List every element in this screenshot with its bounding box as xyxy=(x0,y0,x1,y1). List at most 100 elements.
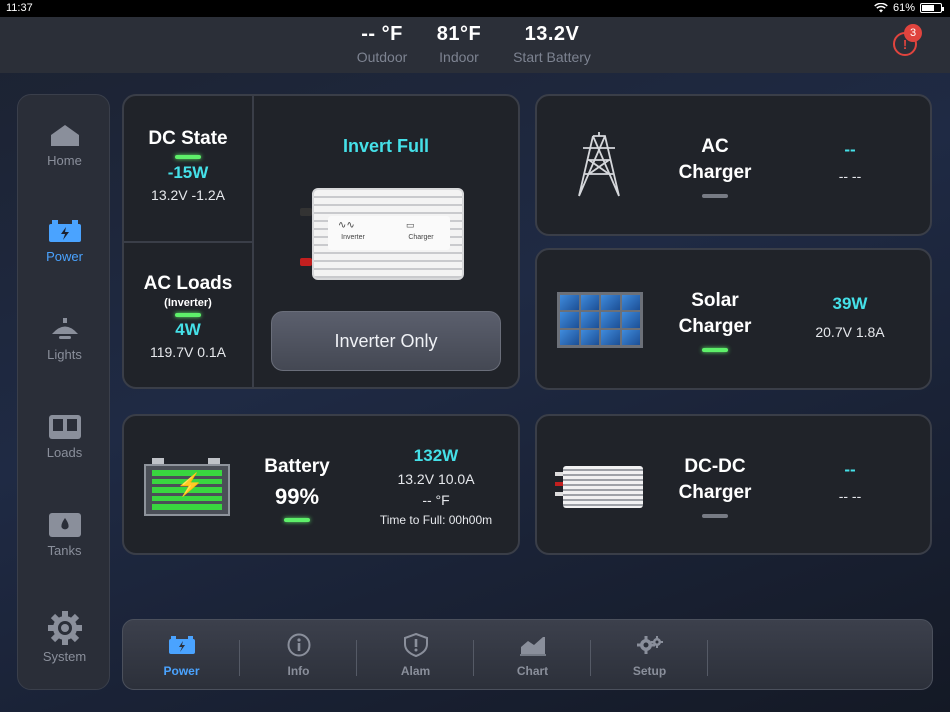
solar-charger-values: 39W 20.7V 1.8A xyxy=(795,294,905,340)
lightning-bolt-icon: ⚡ xyxy=(176,472,204,497)
solar-panel-icon xyxy=(557,292,643,348)
sidebar-item-system[interactable]: System xyxy=(18,611,111,664)
ac-charger-title-line1: AC xyxy=(701,136,729,157)
battery-icon xyxy=(123,632,240,658)
sidebar-item-label: System xyxy=(42,649,87,664)
gear-icon xyxy=(47,611,83,645)
sidebar-item-label: Loads xyxy=(46,445,83,460)
alert-count-badge: 3 xyxy=(904,24,922,42)
dc-state-indicator xyxy=(175,155,201,159)
dc-state-title: DC State xyxy=(148,128,228,149)
inverter-card: DC State -15W 13.2V -1.2A AC Loads (Inve… xyxy=(122,94,520,389)
dcdc-converter-image xyxy=(555,466,643,508)
sidebar: Home Power Lights Loads Tanks System xyxy=(17,94,110,690)
solar-charger-title-line1: Solar xyxy=(691,290,739,311)
battery-status-level xyxy=(922,5,934,11)
home-icon xyxy=(47,121,83,149)
tab-label: Alam xyxy=(400,664,431,678)
battery-status-icon xyxy=(920,3,944,13)
tab-power[interactable]: Power xyxy=(123,632,240,678)
dc-state-detail: 13.2V -1.2A xyxy=(151,187,225,203)
tab-divider xyxy=(707,640,708,676)
inverter-label: Inverter xyxy=(341,234,365,241)
battery-soc: 99% xyxy=(274,484,320,509)
info-icon xyxy=(240,632,357,658)
loads-icon xyxy=(47,413,83,441)
dcdc-charger-power: -- xyxy=(844,460,856,479)
shield-icon xyxy=(357,632,474,658)
battery-icon xyxy=(47,217,83,245)
battery-temp: -- °F xyxy=(422,492,450,508)
dcdc-terminal xyxy=(555,482,563,486)
power-tower-icon xyxy=(573,132,625,205)
wave-icon: ∿∿ xyxy=(338,220,355,231)
outdoor-temp-label: Outdoor xyxy=(356,49,408,65)
battery-indicator xyxy=(284,518,310,522)
inverter-mode-button[interactable]: Inverter Only xyxy=(271,311,501,371)
dcdc-charger-title-block: DC-DC Charger xyxy=(657,454,773,518)
tab-label: Info xyxy=(287,664,310,678)
battery-power: 132W xyxy=(413,446,459,465)
light-icon xyxy=(47,315,83,343)
dcdc-charger-indicator xyxy=(702,514,728,518)
indoor-temp-label: Indoor xyxy=(439,49,479,65)
dcdc-terminal xyxy=(555,472,563,476)
outdoor-temp-value: -- °F xyxy=(361,23,403,45)
dc-state-power: -15W xyxy=(167,163,209,182)
tab-label: Setup xyxy=(632,664,667,678)
wifi-icon xyxy=(874,3,888,13)
sidebar-item-lights[interactable]: Lights xyxy=(18,315,111,362)
tab-setup[interactable]: Setup xyxy=(591,632,708,678)
sidebar-item-label: Lights xyxy=(47,347,82,362)
sidebar-item-label: Power xyxy=(46,249,83,264)
tab-label: Chart xyxy=(516,664,549,678)
solar-charger-title-block: Solar Charger xyxy=(657,288,773,352)
ac-charger-card[interactable]: AC Charger -- -- -- xyxy=(535,94,932,236)
battery-image: ⚡ xyxy=(144,454,230,516)
sidebar-item-label: Tanks xyxy=(47,543,82,558)
battery-title: Battery xyxy=(264,456,330,477)
sidebar-item-home[interactable]: Home xyxy=(18,121,111,168)
sidebar-item-power[interactable]: Power xyxy=(18,217,111,264)
battery-card[interactable]: ⚡ Battery 99% 132W 13.2V 10.0A -- °F Tim… xyxy=(122,414,520,555)
solar-charger-power: 39W xyxy=(832,294,868,313)
ac-charger-power: -- xyxy=(844,140,856,159)
battery-title-block: Battery 99% xyxy=(252,456,342,522)
tab-alarm[interactable]: Alam xyxy=(357,632,474,678)
ac-loads-subtitle: (Inverter) xyxy=(164,297,212,309)
start-battery-value: 13.2V xyxy=(524,23,580,45)
tab-chart[interactable]: Chart xyxy=(474,632,591,678)
dcdc-charger-card[interactable]: DC-DC Charger -- -- -- xyxy=(535,414,932,555)
solar-charger-detail: 20.7V 1.8A xyxy=(815,324,885,340)
inverter-image: ∿∿ ▭ Inverter Charger xyxy=(300,188,464,284)
card-divider xyxy=(124,241,253,243)
solar-charger-card[interactable]: Solar Charger 39W 20.7V 1.8A xyxy=(535,248,932,390)
tab-info[interactable]: Info xyxy=(240,632,357,678)
ac-loads-title: AC Loads xyxy=(143,273,233,294)
sidebar-item-tanks[interactable]: Tanks xyxy=(18,511,111,558)
indoor-temp-value: 81°F xyxy=(436,23,482,45)
dcdc-charger-title-line1: DC-DC xyxy=(684,456,746,477)
status-bar: 11:37 61% xyxy=(0,0,950,17)
dcdc-terminal xyxy=(555,492,563,496)
dc-state-panel[interactable]: DC State -15W 13.2V -1.2A xyxy=(124,128,252,203)
ac-loads-panel[interactable]: AC Loads (Inverter) 4W 119.7V 0.1A xyxy=(124,273,252,360)
ac-loads-power: 4W xyxy=(175,320,201,339)
chart-icon xyxy=(474,632,591,658)
dcdc-body xyxy=(563,466,643,508)
ac-charger-detail: -- -- xyxy=(838,168,862,184)
dcdc-charger-detail: -- -- xyxy=(838,488,862,504)
solar-charger-title-line2: Charger xyxy=(678,316,752,337)
bottom-tab-bar: Power Info Alam Chart Setup xyxy=(122,619,933,690)
ac-charger-values: -- -- -- xyxy=(795,140,905,184)
clock: 11:37 xyxy=(6,2,33,14)
charger-battery-icon: ▭ xyxy=(406,220,415,230)
tank-icon xyxy=(47,511,83,539)
battery-detail: 13.2V 10.0A xyxy=(397,471,475,487)
charger-label: Charger xyxy=(408,234,434,241)
dcdc-charger-values: -- -- -- xyxy=(795,460,905,504)
inverter-terminal-red xyxy=(300,258,312,266)
sidebar-item-label: Home xyxy=(47,153,82,168)
indoor-temp-readout: 81°F Indoor xyxy=(430,23,488,65)
sidebar-item-loads[interactable]: Loads xyxy=(18,413,111,460)
